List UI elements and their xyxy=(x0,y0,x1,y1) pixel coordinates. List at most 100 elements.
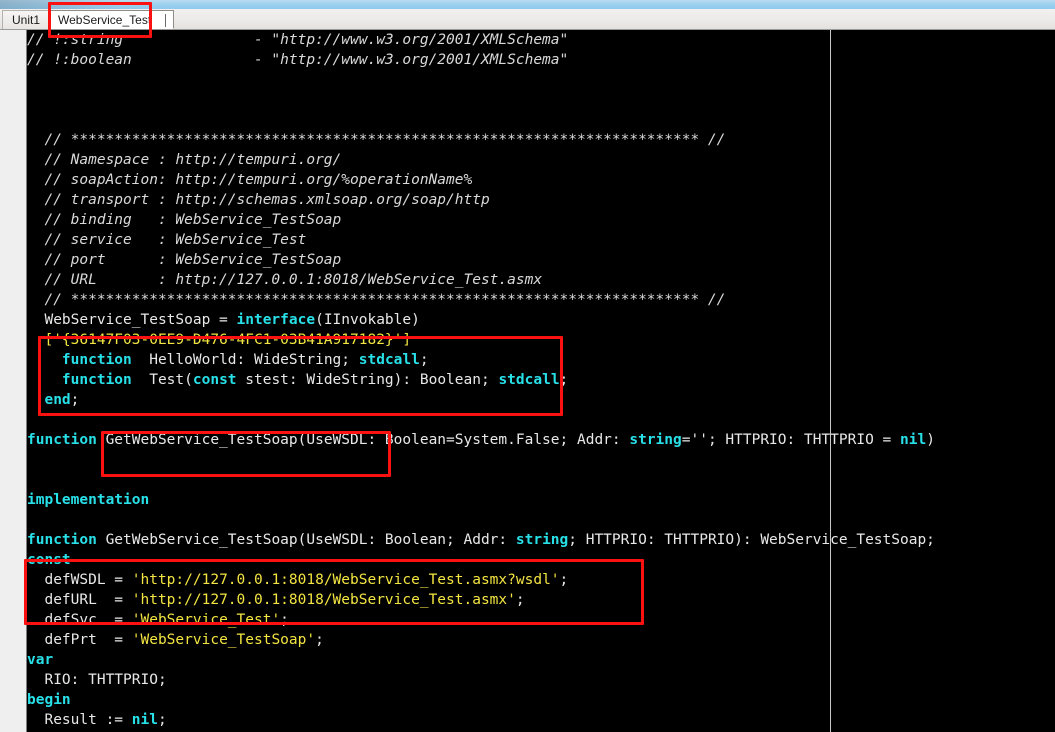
code-token: ; xyxy=(419,352,429,368)
code-token: 'WebService_Test' xyxy=(131,612,281,628)
code-token: string xyxy=(515,532,569,548)
code-token: ; xyxy=(157,712,167,728)
code-line: WebService_TestSoap = interface(IInvokab… xyxy=(27,310,1055,330)
code-line: defSvc = 'WebService_Test'; xyxy=(27,610,1055,630)
code-token: // !:string - "http://www.w3.org/2001/XM… xyxy=(27,32,569,48)
tab-webservice-test[interactable]: WebService_Test xyxy=(48,10,175,29)
code-token: defSvc = xyxy=(27,612,132,628)
code-token: // !:boolean - "http://www.w3.org/2001/X… xyxy=(27,52,569,68)
code-line: // transport : http://schemas.xmlsoap.or… xyxy=(27,190,1055,210)
code-line: // port : WebService_TestSoap xyxy=(27,250,1055,270)
tab-caret-marker xyxy=(165,14,167,27)
code-line: function GetWebService_TestSoap(UseWSDL:… xyxy=(27,530,1055,550)
code-line: end; xyxy=(27,390,1055,410)
code-line: // URL : http://127.0.0.1:8018/WebServic… xyxy=(27,270,1055,290)
code-line: implementation xyxy=(27,490,1055,510)
code-line: RIO: THTTPRIO; xyxy=(27,670,1055,690)
code-line: function HelloWorld: WideString; stdcall… xyxy=(27,350,1055,370)
code-token: function xyxy=(27,532,97,548)
code-token: ; xyxy=(559,372,569,388)
code-token: ; HTTPRIO: THTTPRIO): WebService_TestSoa… xyxy=(568,532,935,548)
code-text-area[interactable]: // !:string - "http://www.w3.org/2001/XM… xyxy=(27,30,1055,732)
code-token: WebService_TestSoap = xyxy=(27,312,237,328)
code-token: // URL : http://127.0.0.1:8018/WebServic… xyxy=(27,272,543,288)
tab-webservice-test-label: WebService_Test xyxy=(58,13,152,27)
code-token: // soapAction: http://tempuri.org/%opera… xyxy=(27,172,473,188)
tab-unit1-label: Unit1 xyxy=(12,13,41,27)
code-line: ['{36147F03-0EE9-D476-4FC1-03B41A917182}… xyxy=(27,330,1055,350)
code-token: end xyxy=(44,392,71,408)
code-token: // *************************************… xyxy=(27,292,726,308)
code-line: // binding : WebService_TestSoap xyxy=(27,210,1055,230)
code-token: (IInvokable) xyxy=(315,312,420,328)
code-token: =''; HTTPRIO: THTTPRIO = xyxy=(681,432,900,448)
code-token: defPrt = xyxy=(27,632,132,648)
code-line: // !:boolean - "http://www.w3.org/2001/X… xyxy=(27,50,1055,70)
code-token: GetWebService_TestSoap(UseWSDL: Boolean;… xyxy=(96,532,516,548)
code-token: ; xyxy=(280,612,289,628)
code-token: RIO: THTTPRIO; xyxy=(27,672,167,688)
code-token: // binding : WebService_TestSoap xyxy=(27,212,342,228)
code-line: begin xyxy=(27,690,1055,710)
code-token: nil xyxy=(131,712,158,728)
code-token: string xyxy=(629,432,682,448)
code-token: 'http://127.0.0.1:8018/WebService_Test.a… xyxy=(131,592,516,608)
code-token: Result := xyxy=(27,712,132,728)
code-token: ; xyxy=(515,592,525,608)
code-line: // !:string - "http://www.w3.org/2001/XM… xyxy=(27,30,1055,50)
code-line: // Namespace : http://tempuri.org/ xyxy=(27,150,1055,170)
code-line: var xyxy=(27,650,1055,670)
code-token: ; xyxy=(315,632,324,648)
code-token: stdcall xyxy=(358,352,420,368)
code-token: stdcall xyxy=(498,372,560,388)
code-line: Result := nil; xyxy=(27,710,1055,730)
code-token: stest: WideString): Boolean; xyxy=(236,372,499,388)
code-line: function GetWebService_TestSoap(UseWSDL:… xyxy=(27,430,1055,450)
code-token: const xyxy=(27,552,71,568)
code-line: function Test(const stest: WideString): … xyxy=(27,370,1055,390)
code-token: HelloWorld: WideString; xyxy=(131,352,359,368)
code-line: defPrt = 'WebService_TestSoap'; xyxy=(27,630,1055,650)
code-line: defWSDL = 'http://127.0.0.1:8018/WebServ… xyxy=(27,570,1055,590)
code-token: 'http://127.0.0.1:8018/WebService_Test.a… xyxy=(131,572,560,588)
code-token: // *************************************… xyxy=(27,132,726,148)
code-editor[interactable]: // !:string - "http://www.w3.org/2001/XM… xyxy=(0,30,1055,732)
code-token: ; xyxy=(70,392,80,408)
code-token: ) xyxy=(926,432,935,448)
code-token: 'WebService_TestSoap' xyxy=(131,632,316,648)
code-line: const xyxy=(27,550,1055,570)
code-token: GetWebService_TestSoap(UseWSDL: Boolean=… xyxy=(96,432,630,448)
code-token: defURL = xyxy=(27,592,132,608)
window-titlebar-strip xyxy=(0,0,1055,9)
code-token: begin xyxy=(27,692,71,708)
code-line: // *************************************… xyxy=(27,290,1055,310)
code-token: // Namespace : http://tempuri.org/ xyxy=(27,152,342,168)
code-token: defWSDL = xyxy=(27,572,132,588)
code-token: var xyxy=(27,652,54,668)
code-token: // service : WebService_Test xyxy=(27,232,307,248)
code-token: function xyxy=(27,432,97,448)
code-token: function xyxy=(61,352,132,368)
code-token: interface xyxy=(236,312,316,328)
code-line: // *************************************… xyxy=(27,130,1055,150)
code-token: const xyxy=(192,372,237,388)
code-token: implementation xyxy=(27,492,150,508)
code-token: Test( xyxy=(131,372,193,388)
code-line: // soapAction: http://tempuri.org/%opera… xyxy=(27,170,1055,190)
code-token: ; xyxy=(559,572,569,588)
titlebar-glow xyxy=(0,0,120,9)
tab-unit1[interactable]: Unit1 xyxy=(2,10,51,29)
editor-left-gutter xyxy=(0,30,27,732)
code-token: function xyxy=(61,372,132,388)
code-token: // port : WebService_TestSoap xyxy=(27,252,342,268)
code-line: // service : WebService_Test xyxy=(27,230,1055,250)
